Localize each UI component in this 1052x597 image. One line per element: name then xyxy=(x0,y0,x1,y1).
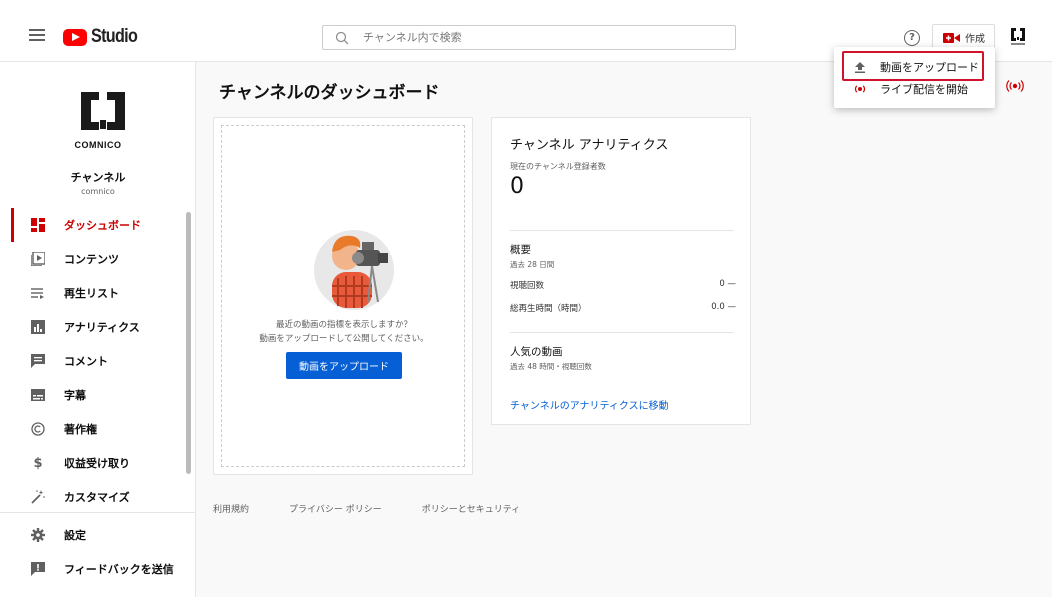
sidebar-item-label: 字幕 xyxy=(64,389,86,402)
sidebar-item-label: 収益受け取り xyxy=(64,457,130,470)
sidebar: COMNICO チャンネル comnico ダッシュボード コンテンツ 再生リス… xyxy=(0,62,196,597)
footer: 利用規約 プライバシー ポリシー ポリシーとセキュリティ xyxy=(213,502,560,515)
menu-item-label: ライブ配信を開始 xyxy=(880,83,968,96)
upload-video-button[interactable]: 動画をアップロード xyxy=(286,352,402,379)
upload-prompt-line2: 動画をアップロードして公開してください。 xyxy=(259,334,429,344)
settings-icon xyxy=(30,527,46,543)
comment-icon xyxy=(30,353,46,369)
subscribers-label: 現在のチャンネル登録者数 xyxy=(510,162,606,171)
sidebar-item-monetization[interactable]: $ 収益受け取り xyxy=(0,446,186,480)
channel-handle: comnico xyxy=(81,187,115,196)
divider xyxy=(510,230,734,231)
account-avatar[interactable] xyxy=(1010,27,1026,47)
analytics-card: チャンネル アナリティクス 現在のチャンネル登録者数 0 概要 過去 28 日間… xyxy=(491,117,751,425)
sidebar-item-comments[interactable]: コメント xyxy=(0,344,186,378)
sidebar-item-label: コンテンツ xyxy=(64,253,119,266)
sidebar-item-customize[interactable]: カスタマイズ xyxy=(0,480,186,514)
sidebar-item-analytics[interactable]: アナリティクス xyxy=(0,310,186,344)
create-label: 作成 xyxy=(965,34,985,45)
search-box[interactable] xyxy=(322,25,736,50)
sidebar-item-label: カスタマイズ xyxy=(64,491,130,504)
watch-time-row: 総再生時間（時間） 0.0 — xyxy=(510,302,736,314)
views-value: 0 — xyxy=(719,279,736,289)
upload-dropzone: 最近の動画の指標を表示しますか？ 動画をアップロードして公開してください。 動画… xyxy=(221,125,465,467)
subtitles-icon xyxy=(30,387,46,403)
search-icon xyxy=(335,31,349,44)
top-videos-period: 過去 48 時間・視聴回数 xyxy=(510,362,592,371)
page-title: チャンネルのダッシュボード xyxy=(219,83,440,103)
upload-prompt-text: 最近の動画の指標を表示しますか？ 動画をアップロードして公開してください。 xyxy=(222,318,466,346)
go-to-analytics-link[interactable]: チャンネルのアナリティクスに移動 xyxy=(510,397,669,412)
dashboard-icon xyxy=(30,217,46,233)
content-icon xyxy=(30,251,46,267)
channel-brand: COMNICO xyxy=(74,140,122,150)
help-icon[interactable]: ? xyxy=(904,30,920,46)
analytics-icon xyxy=(30,319,46,335)
watch-time-value: 0.0 — xyxy=(711,302,736,312)
logo-text: Studio xyxy=(91,26,138,47)
search-input[interactable] xyxy=(363,31,723,44)
upload-prompt-line1: 最近の動画の指標を表示しますか？ xyxy=(275,320,412,330)
menu-icon[interactable] xyxy=(29,29,45,43)
channel-name: チャンネル xyxy=(70,171,126,184)
footer-link-policy[interactable]: ポリシーとセキュリティ xyxy=(422,502,520,515)
sidebar-item-label: 再生リスト xyxy=(64,287,119,300)
playlist-icon xyxy=(30,285,46,301)
sidebar-divider xyxy=(0,512,196,513)
footer-link-terms[interactable]: 利用規約 xyxy=(213,502,249,515)
monetization-icon: $ xyxy=(33,455,43,471)
views-label: 視聴回数 xyxy=(510,281,545,291)
sidebar-item-playlists[interactable]: 再生リスト xyxy=(0,276,186,310)
sidebar-item-subtitles[interactable]: 字幕 xyxy=(0,378,186,412)
sidebar-scrollbar[interactable] xyxy=(186,212,191,474)
summary-period: 過去 28 日間 xyxy=(510,260,555,269)
sidebar-item-content[interactable]: コンテンツ xyxy=(0,242,186,276)
sidebar-item-label: フィードバックを送信 xyxy=(64,563,174,576)
sidebar-item-label: 設定 xyxy=(64,529,86,542)
channel-logo[interactable] xyxy=(79,90,127,134)
divider xyxy=(510,332,734,333)
copyright-icon xyxy=(30,421,46,437)
sidebar-item-feedback[interactable]: フィードバックを送信 xyxy=(0,552,186,586)
cameraman-illustration xyxy=(314,230,394,310)
video-camera-icon xyxy=(943,32,960,43)
views-row: 視聴回数 0 — xyxy=(510,279,736,291)
analytics-title: チャンネル アナリティクス xyxy=(510,138,669,153)
live-icon xyxy=(852,82,868,96)
sidebar-item-label: アナリティクス xyxy=(64,321,140,334)
youtube-play-icon xyxy=(63,28,87,46)
live-broadcast-icon[interactable] xyxy=(1006,79,1024,93)
sidebar-item-label: コメント xyxy=(64,355,108,368)
upload-card: 最近の動画の指標を表示しますか？ 動画をアップロードして公開してください。 動画… xyxy=(213,117,473,475)
customize-icon xyxy=(30,489,46,505)
sidebar-item-label: 著作権 xyxy=(64,423,97,436)
feedback-icon xyxy=(30,561,46,577)
sidebar-item-copyright[interactable]: 著作権 xyxy=(0,412,186,446)
subscribers-count: 0 xyxy=(510,174,524,199)
watch-time-label: 総再生時間（時間） xyxy=(510,304,587,314)
sidebar-item-settings[interactable]: 設定 xyxy=(0,518,186,552)
upload-highlight-box xyxy=(842,51,984,81)
summary-title: 概要 xyxy=(510,244,531,256)
sidebar-item-dashboard[interactable]: ダッシュボード xyxy=(0,208,186,242)
studio-logo[interactable]: Studio xyxy=(63,26,145,48)
top-videos-title: 人気の動画 xyxy=(510,346,563,358)
footer-link-privacy[interactable]: プライバシー ポリシー xyxy=(289,502,382,515)
sidebar-item-label: ダッシュボード xyxy=(64,219,141,232)
